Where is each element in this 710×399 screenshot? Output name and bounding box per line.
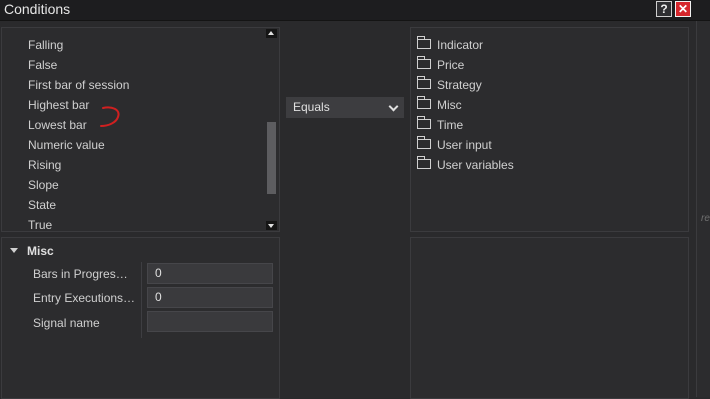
condition-list-item[interactable]: Lowest bar [28,117,87,133]
condition-list-item[interactable]: Falling [28,37,63,53]
scroll-down-arrow-icon[interactable] [266,221,277,230]
category-detail-panel [410,237,689,399]
property-label-entry-executions: Entry Executions… [33,291,136,305]
property-label-bars-in-progress: Bars in Progres… [33,267,128,281]
collapse-triangle-icon[interactable] [10,248,18,253]
window-title: Conditions [4,1,71,17]
title-bar: Conditions ? ✕ [0,0,710,21]
condition-list-item[interactable]: Slope [28,177,59,193]
condition-list-item[interactable]: True [28,217,52,233]
property-label-signal-name: Signal name [33,316,100,330]
category-tree-label: Strategy [437,78,482,92]
close-button[interactable]: ✕ [675,1,691,17]
category-tree-label: Time [437,118,464,132]
condition-list-scrollbar[interactable] [265,28,278,231]
operator-dropdown[interactable]: Equals [286,97,404,118]
folder-icon [417,136,431,149]
category-tree-label: Misc [437,98,462,112]
edge-strip-text: re [701,213,710,224]
category-tree-label: User variables [437,158,514,172]
annotation-bracket-icon [100,106,120,127]
properties-panel: Misc Bars in Progres… 0 Entry Executions… [1,237,280,399]
condition-list-panel: Falling False First bar of session Highest … [1,27,280,232]
condition-list-item[interactable]: Highest bar [28,97,89,113]
property-value-bars-in-progress[interactable]: 0 [147,263,273,284]
category-tree-label: Price [437,58,465,72]
chevron-down-icon[interactable] [388,101,399,112]
condition-list-item[interactable]: False [28,57,57,73]
section-label: Misc [27,244,54,258]
folder-icon [417,56,431,69]
condition-list-item[interactable]: First bar of session [28,77,129,93]
scroll-up-arrow-icon[interactable] [266,29,277,38]
right-edge-panel [696,21,710,397]
scroll-thumb[interactable] [267,122,276,194]
category-tree-panel: Indicator Price Strategy Misc Time User input… [410,27,689,232]
category-tree-label: User input [437,138,492,152]
condition-list-item[interactable]: Rising [28,157,61,173]
condition-list-item[interactable]: Numeric value [28,137,105,153]
property-value-signal-name[interactable] [147,311,273,332]
folder-icon [417,76,431,89]
folder-icon [417,36,431,49]
operator-selected-value: Equals [293,100,330,114]
category-tree-label: Indicator [437,38,484,52]
condition-list-item[interactable]: State [28,197,56,213]
folder-icon [417,116,431,129]
folder-icon [417,156,431,169]
property-divider [141,262,142,338]
help-button[interactable]: ? [656,1,672,17]
property-value-entry-executions[interactable]: 0 [147,287,273,308]
folder-icon [417,96,431,109]
